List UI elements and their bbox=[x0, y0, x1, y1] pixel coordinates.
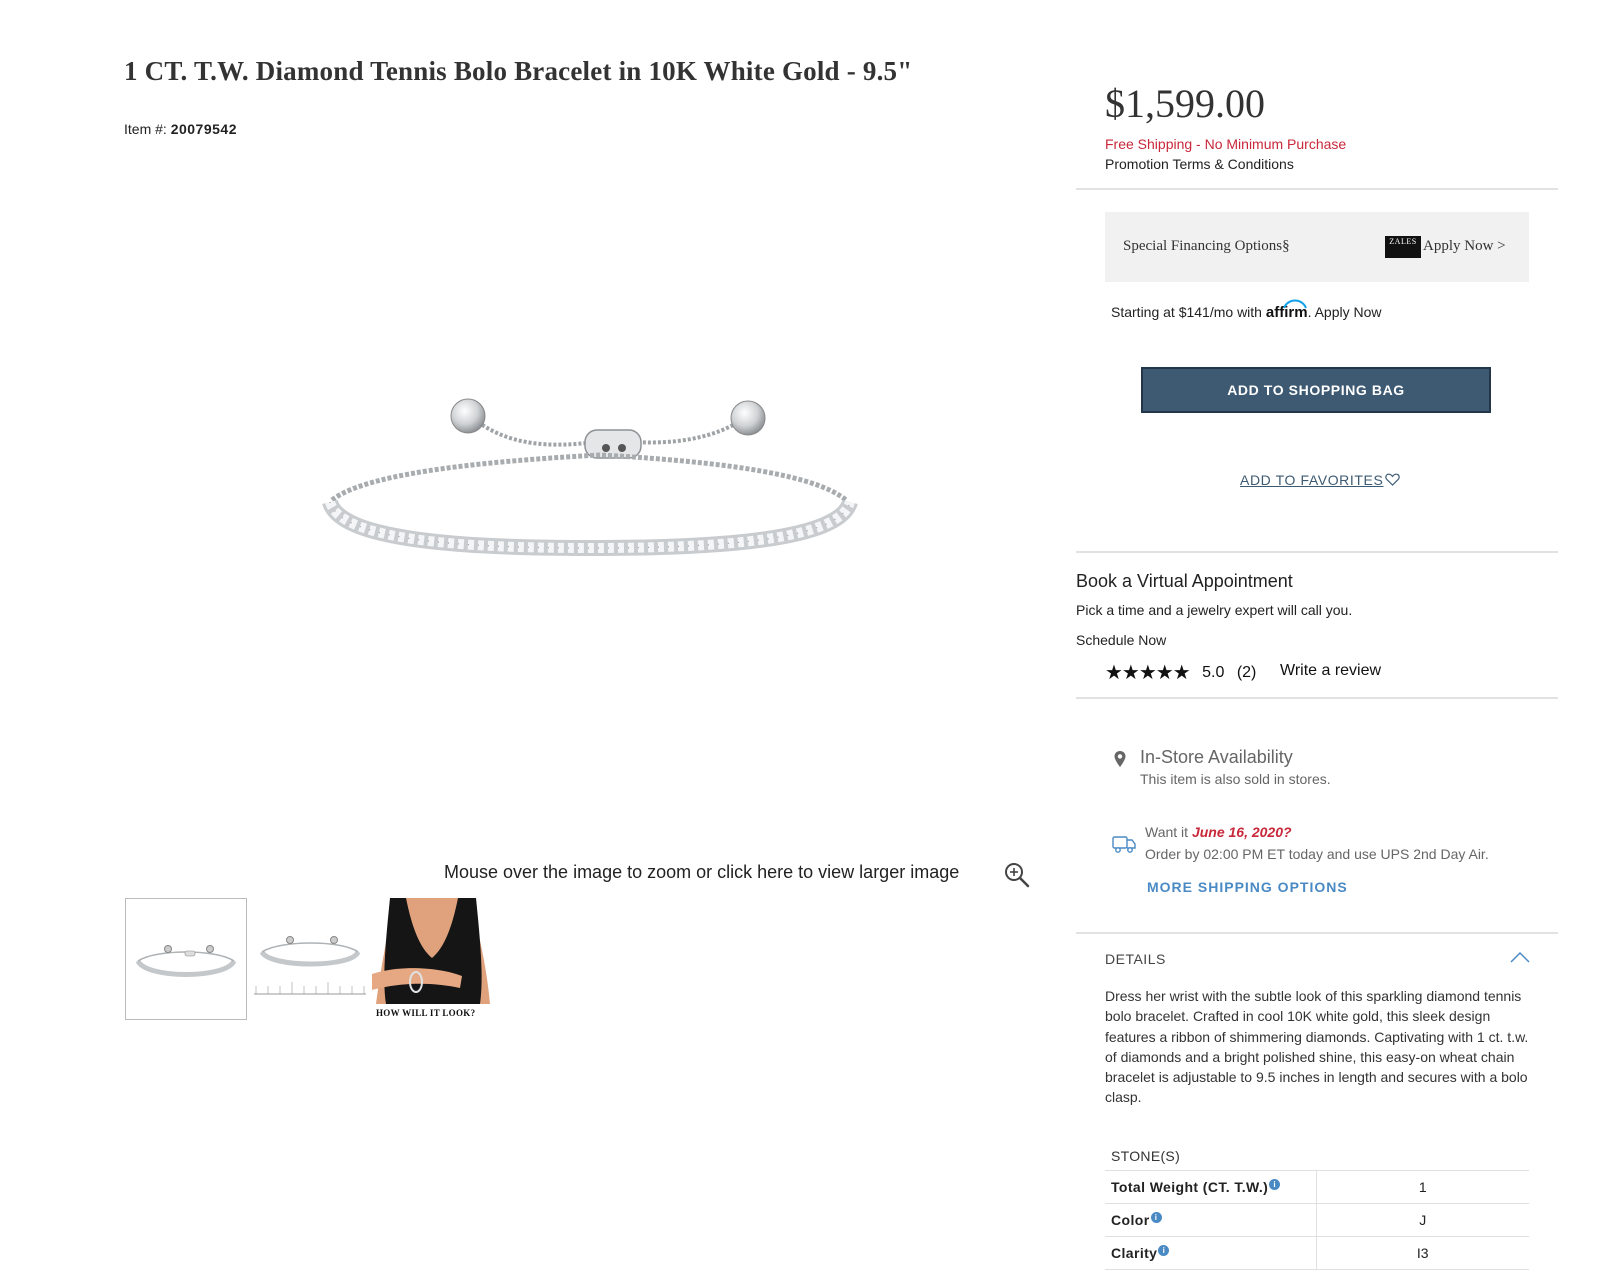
thumbnail-size-view[interactable] bbox=[250, 898, 372, 1020]
info-icon[interactable]: i bbox=[1269, 1179, 1281, 1190]
affirm-logo: affirm bbox=[1266, 299, 1308, 321]
product-price: $1,599.00 bbox=[1105, 81, 1265, 126]
truck-icon bbox=[1112, 836, 1136, 853]
star-rating-icon: ★★★★★ bbox=[1105, 662, 1191, 684]
divider bbox=[1076, 551, 1558, 553]
thumbnail-front-view[interactable] bbox=[125, 898, 247, 1020]
special-financing-label: Special Financing Options§ bbox=[1123, 238, 1290, 254]
stones-heading: STONE(S) bbox=[1111, 1148, 1181, 1164]
spec-key-label: Total Weight (CT. T.W.) bbox=[1111, 1179, 1269, 1195]
add-to-favorites-label: ADD TO FAVORITES bbox=[1240, 472, 1384, 488]
divider bbox=[1076, 188, 1558, 190]
product-title: 1 CT. T.W. Diamond Tennis Bolo Bracelet … bbox=[124, 56, 913, 86]
rating-summary[interactable]: ★★★★★ 5.0 (2) bbox=[1105, 660, 1256, 684]
spec-key: Color i bbox=[1105, 1203, 1317, 1237]
stones-spec-table: Total Weight (CT. T.W.) i 1 Color i J Clar… bbox=[1105, 1170, 1529, 1270]
spec-key: Total Weight (CT. T.W.) i bbox=[1105, 1170, 1317, 1204]
thumbnail-model-caption: HOW WILL IT LOOK? bbox=[376, 1008, 476, 1018]
item-number-line: Item #: 20079542 bbox=[124, 121, 237, 137]
divider bbox=[1076, 697, 1558, 699]
heart-icon bbox=[1385, 473, 1401, 486]
affirm-financing-line[interactable]: Starting at $141/mo with affirm. Apply N… bbox=[1111, 299, 1382, 321]
delivery-date: June 16, 2020? bbox=[1191, 824, 1292, 840]
table-row: Color i J bbox=[1105, 1203, 1529, 1237]
zoom-in-icon[interactable] bbox=[1004, 862, 1030, 888]
affirm-apply-now-link[interactable]: . Apply Now bbox=[1308, 304, 1382, 320]
spec-value: J bbox=[1316, 1203, 1529, 1237]
rating-value: 5.0 bbox=[1202, 664, 1225, 681]
special-financing-box: Special Financing Options§ ZALES Apply N… bbox=[1105, 212, 1529, 282]
item-number-value: 20079542 bbox=[170, 121, 237, 137]
affirm-prefix-text: Starting at $141/mo with bbox=[1111, 304, 1266, 320]
table-row: Clarity i I3 bbox=[1105, 1236, 1529, 1270]
chevron-up-icon[interactable] bbox=[1509, 950, 1531, 964]
schedule-now-link[interactable]: Schedule Now bbox=[1076, 632, 1166, 648]
in-store-availability-subtext: This item is also sold in stores. bbox=[1140, 771, 1331, 787]
delivery-estimate: Want it June 16, 2020? bbox=[1145, 824, 1292, 840]
delivery-prefix: Want it bbox=[1145, 824, 1192, 840]
add-to-shopping-bag-button[interactable]: ADD TO SHOPPING BAG bbox=[1141, 367, 1491, 413]
zoom-hint-text[interactable]: Mouse over the image to zoom or click he… bbox=[444, 862, 959, 883]
more-shipping-options-link[interactable]: MORE SHIPPING OPTIONS bbox=[1147, 879, 1348, 895]
free-shipping-message: Free Shipping - No Minimum Purchase bbox=[1105, 136, 1347, 152]
thumbnail-ruler-image bbox=[254, 936, 366, 995]
review-count: (2) bbox=[1236, 664, 1257, 681]
info-icon[interactable]: i bbox=[1150, 1212, 1162, 1223]
zales-card-logo: ZALES bbox=[1385, 236, 1421, 258]
write-review-link[interactable]: Write a review bbox=[1280, 662, 1381, 680]
zales-logo-text: ZALES bbox=[1389, 237, 1417, 246]
item-number-label: Item #: bbox=[124, 121, 167, 137]
financing-apply-now-link[interactable]: Apply Now > bbox=[1423, 238, 1506, 255]
table-row: Total Weight (CT. T.W.) i 1 bbox=[1105, 1170, 1529, 1204]
product-description: Dress her wrist with the subtle look of … bbox=[1105, 988, 1529, 1106]
spec-value: 1 bbox=[1316, 1170, 1529, 1204]
thumbnail-model-view[interactable]: HOW WILL IT LOOK? bbox=[372, 898, 494, 1020]
details-heading[interactable]: DETAILS bbox=[1105, 951, 1166, 967]
thumbnail-bracelet-image bbox=[135, 945, 237, 977]
main-product-image[interactable] bbox=[310, 390, 870, 580]
order-by-text: Order by 02:00 PM ET today and use UPS 2… bbox=[1145, 846, 1489, 862]
spec-value: I3 bbox=[1316, 1236, 1529, 1270]
spec-key-label: Clarity bbox=[1111, 1245, 1158, 1261]
thumbnail-model-image bbox=[372, 898, 494, 1020]
promotion-terms-link[interactable]: Promotion Terms & Conditions bbox=[1105, 156, 1294, 172]
map-pin-icon bbox=[1114, 751, 1126, 767]
affirm-arc-icon bbox=[1282, 299, 1307, 309]
virtual-appointment-subtext: Pick a time and a jewelry expert will ca… bbox=[1076, 602, 1353, 618]
spec-key: Clarity i bbox=[1105, 1236, 1317, 1270]
spec-key-label: Color bbox=[1111, 1212, 1150, 1228]
info-icon[interactable]: i bbox=[1158, 1245, 1170, 1256]
add-to-favorites-link[interactable]: ADD TO FAVORITES bbox=[1240, 472, 1401, 488]
divider bbox=[1076, 932, 1558, 934]
virtual-appointment-heading: Book a Virtual Appointment bbox=[1076, 571, 1293, 591]
in-store-availability-link[interactable]: In-Store Availability bbox=[1140, 747, 1293, 768]
